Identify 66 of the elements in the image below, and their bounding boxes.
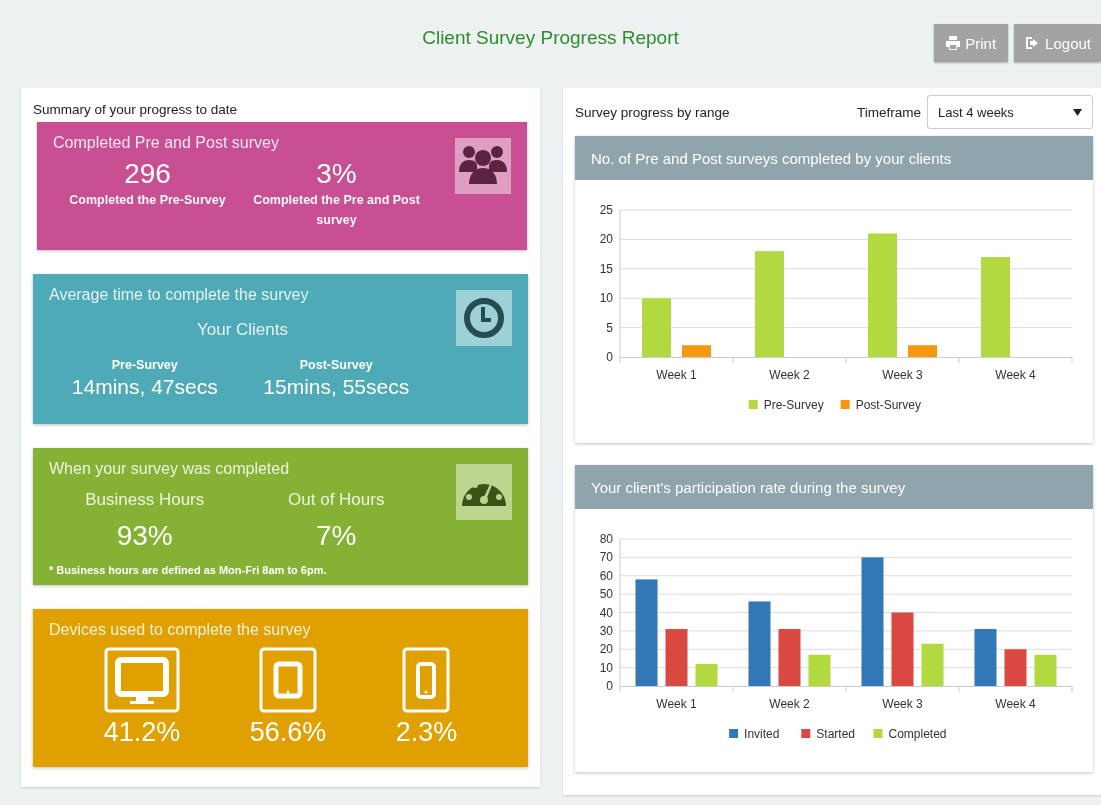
axis-tick-label: 20 bbox=[599, 232, 613, 247]
axis-tick-label: 5 bbox=[606, 320, 613, 335]
timeframe-dropdown[interactable]: Last 4 weeks bbox=[927, 95, 1093, 129]
card-title: When your survey was completed bbox=[49, 460, 290, 478]
axis-category-label: Week 3 bbox=[882, 697, 923, 711]
axis-tick-label: 60 bbox=[599, 568, 613, 583]
card-subtitle: Your Clients bbox=[196, 320, 288, 339]
stat-value: 296 bbox=[124, 158, 171, 190]
device-percentage: 41.2% bbox=[103, 717, 181, 748]
tablet-icon bbox=[259, 647, 317, 713]
group-icon bbox=[455, 138, 511, 194]
axis-tick-label: 30 bbox=[599, 623, 613, 638]
section-heading: Survey progress by range bbox=[575, 104, 730, 120]
printer-icon bbox=[946, 36, 961, 50]
card-title: Average time to complete the survey bbox=[49, 286, 309, 304]
axis-tick-label: 10 bbox=[599, 660, 613, 675]
legend-label: Invited bbox=[744, 727, 780, 741]
axis-tick-label: 0 bbox=[606, 679, 613, 693]
axis-category-label: Week 1 bbox=[656, 697, 697, 711]
page-title: Client Survey Progress Report bbox=[422, 27, 679, 50]
chart-title: No. of Pre and Post surveys completed by your clients bbox=[591, 149, 952, 167]
section-heading: Summary of your progress to date bbox=[33, 102, 238, 117]
mobile-phone-icon bbox=[402, 647, 451, 713]
axis-tick-label: 10 bbox=[599, 291, 613, 306]
stat-label: Business Hours bbox=[85, 490, 205, 510]
stat-value: 15mins, 55secs bbox=[263, 375, 410, 399]
legend-label: Completed bbox=[888, 727, 947, 741]
footnote: * Business hours are defined as Mon-Fri 8am to 6pm. bbox=[49, 564, 327, 576]
axis-tick-label: 80 bbox=[599, 532, 613, 546]
axis-category-label: Week 2 bbox=[769, 697, 810, 711]
axis-tick-label: 20 bbox=[599, 642, 613, 657]
stat-value: 14mins, 47secs bbox=[71, 375, 218, 399]
device-percentage: 56.6% bbox=[249, 717, 327, 748]
chart-title: Your client's participation rate during the survey bbox=[591, 478, 906, 496]
axis-tick-label: 70 bbox=[599, 550, 613, 565]
desktop-icon bbox=[104, 647, 180, 713]
axis-tick-label: 0 bbox=[606, 350, 613, 364]
stat-label: Out of Hours bbox=[288, 490, 385, 510]
axis-category-label: Week 4 bbox=[995, 368, 1036, 382]
header-button[interactable]: Logout bbox=[1014, 24, 1101, 62]
stat-label: Completed the Pre and Post survey bbox=[252, 192, 421, 229]
header-button[interactable]: Print bbox=[934, 24, 1009, 62]
stat-value: 7% bbox=[316, 520, 357, 552]
device-percentage: 2.3% bbox=[395, 717, 458, 748]
field-label: Timeframe bbox=[857, 104, 921, 120]
axis-category-label: Week 1 bbox=[656, 368, 697, 382]
axis-tick-label: 50 bbox=[599, 587, 613, 602]
legend-label: Post-Survey bbox=[855, 398, 922, 412]
stat-label: Completed the Pre-Survey bbox=[69, 192, 226, 209]
stat-label: Pre-Survey bbox=[111, 358, 178, 372]
stat-value: 93% bbox=[116, 520, 173, 552]
stat-label: Post-Survey bbox=[299, 358, 373, 372]
card-title: Devices used to complete the survey bbox=[49, 621, 311, 639]
axis-category-label: Week 4 bbox=[995, 697, 1036, 711]
axis-category-label: Week 2 bbox=[769, 368, 810, 382]
stat-value: 3% bbox=[316, 158, 357, 190]
clock-icon bbox=[456, 290, 512, 346]
gauge-icon bbox=[456, 464, 512, 520]
card-title: Completed Pre and Post survey bbox=[53, 134, 279, 152]
legend-label: Pre-Survey bbox=[763, 398, 824, 412]
axis-tick-label: 25 bbox=[599, 203, 613, 217]
axis-category-label: Week 3 bbox=[882, 368, 923, 382]
caret-icon bbox=[1073, 108, 1082, 116]
axis-tick-label: 15 bbox=[599, 261, 613, 276]
axis-tick-label: 40 bbox=[599, 605, 613, 620]
legend-label: Started bbox=[816, 727, 855, 741]
